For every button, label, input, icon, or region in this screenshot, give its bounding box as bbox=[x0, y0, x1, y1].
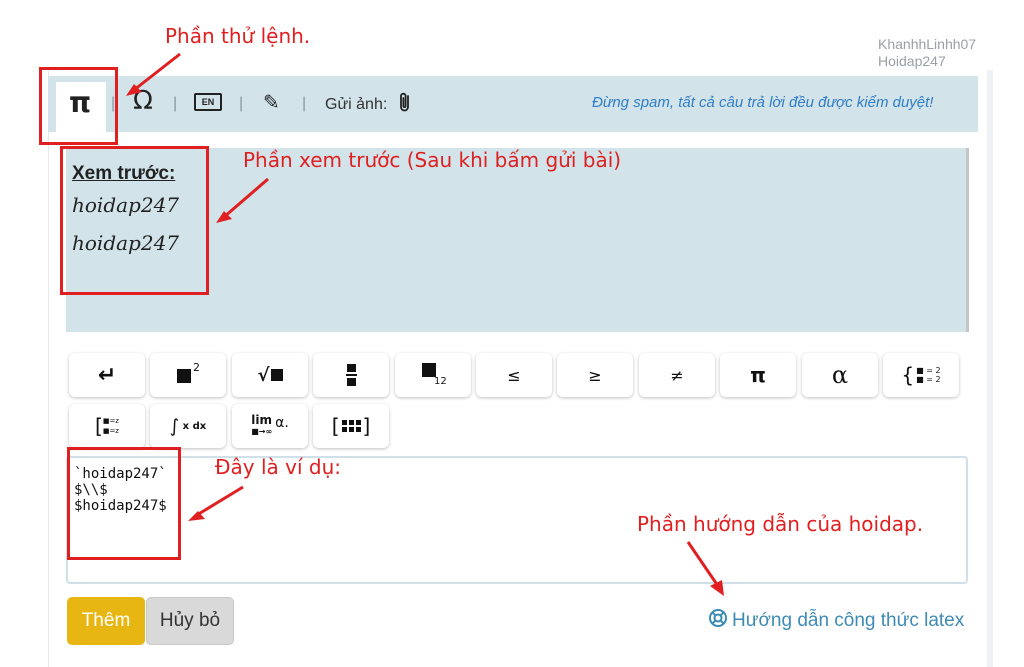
superscript-button[interactable]: 2 bbox=[150, 353, 226, 397]
send-image-label: Gửi ảnh: bbox=[325, 96, 388, 113]
subscript-button[interactable]: 12 bbox=[395, 353, 471, 397]
newline-button[interactable]: ↵ bbox=[69, 353, 145, 397]
matrix-icon: [ ■=z ■=z bbox=[95, 414, 119, 438]
gte-button[interactable]: ≥ bbox=[557, 353, 633, 397]
highlight-box-command bbox=[39, 67, 118, 145]
sqrt-button[interactable]: √ bbox=[232, 353, 308, 397]
annotation-preview-area: Phần xem trước (Sau khi bấm gửi bài) bbox=[243, 148, 622, 172]
language-tab-label: EN bbox=[201, 97, 215, 107]
annotation-arrow-example bbox=[188, 485, 244, 521]
integral-icon: ∫ x dx bbox=[169, 415, 207, 437]
paperclip-icon[interactable] bbox=[398, 91, 412, 118]
cancel-button[interactable]: Hủy bỏ bbox=[146, 597, 234, 645]
annotation-command-area: Phần thử lệnh. bbox=[165, 24, 311, 48]
pi-button[interactable]: π bbox=[720, 353, 796, 397]
annotation-example: Đây là ví dụ: bbox=[215, 455, 341, 479]
watermark-site: Hoidap247 bbox=[878, 53, 946, 69]
add-button[interactable]: Thêm bbox=[67, 597, 145, 645]
annotation-arrow-command bbox=[126, 52, 181, 96]
lte-icon: ≤ bbox=[507, 365, 521, 385]
fraction-icon bbox=[345, 364, 357, 386]
superscript-icon: 2 bbox=[177, 361, 200, 385]
newline-icon: ↵ bbox=[97, 362, 117, 388]
gte-icon: ≥ bbox=[588, 365, 602, 385]
sqrt-icon: √ bbox=[257, 365, 283, 386]
pi-icon: π bbox=[750, 363, 766, 387]
fraction-button[interactable] bbox=[313, 353, 389, 397]
cases-icon: { ■ = 2 ■ = 2 bbox=[901, 362, 941, 387]
lte-button[interactable]: ≤ bbox=[476, 353, 552, 397]
grid-matrix-icon: [ ] bbox=[331, 414, 371, 438]
toolbar-separator: | bbox=[302, 95, 307, 112]
alpha-icon: α bbox=[831, 361, 849, 389]
subscript-icon: 12 bbox=[420, 363, 447, 387]
latex-guide-label: Hướng dẫn công thức latex bbox=[732, 610, 965, 631]
watermark-user: KhanhhLinhh07 bbox=[878, 36, 977, 52]
highlight-box-preview bbox=[60, 146, 209, 295]
annotation-arrow-preview bbox=[216, 177, 269, 223]
matrix-button[interactable]: [ ■=z ■=z bbox=[69, 404, 145, 448]
cases-button[interactable]: { ■ = 2 ■ = 2 bbox=[883, 353, 959, 397]
language-tab-icon[interactable]: EN bbox=[194, 93, 222, 111]
watermark: KhanhhLinhh07 Hoidap247 bbox=[878, 36, 976, 70]
grid-matrix-button[interactable]: [ ] bbox=[313, 404, 389, 448]
highlight-box-example bbox=[67, 447, 181, 560]
alpha-button[interactable]: α bbox=[802, 353, 878, 397]
draw-tab-icon[interactable]: ✎ bbox=[263, 90, 280, 114]
limit-button[interactable]: lim ■→∞ α. bbox=[232, 404, 308, 448]
toolbar-separator: | bbox=[239, 95, 244, 112]
lifebuoy-icon bbox=[708, 608, 728, 634]
integral-button[interactable]: ∫ x dx bbox=[150, 404, 226, 448]
not-equal-button[interactable]: ≠ bbox=[639, 353, 715, 397]
annotation-arrow-guide bbox=[686, 541, 724, 596]
spam-notice: Đừng spam, tất cả câu trả lời đều được k… bbox=[592, 94, 934, 111]
limit-icon: lim ■→∞ α. bbox=[251, 413, 289, 436]
not-equal-icon: ≠ bbox=[670, 365, 684, 385]
latex-guide-link[interactable]: Hướng dẫn công thức latex bbox=[708, 608, 964, 634]
annotation-guide: Phần hướng dẫn của hoidap. bbox=[637, 512, 924, 536]
